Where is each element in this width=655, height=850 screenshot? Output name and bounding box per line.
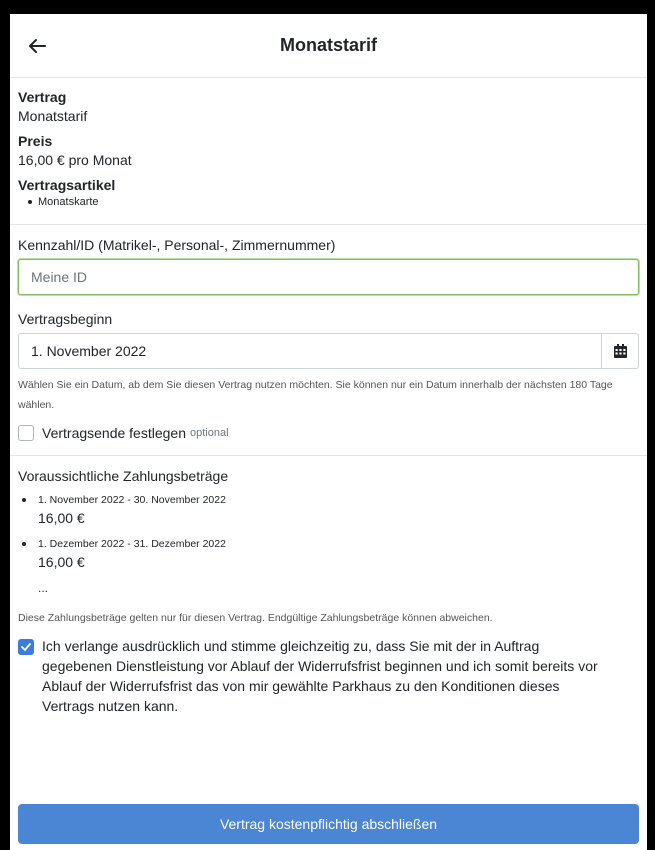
payment-range: 1. Dezember 2022 - 31. Dezember 2022 (38, 538, 226, 550)
consent-text: Ich verlange ausdrücklich und stimme gle… (42, 638, 598, 714)
list-item: 1. November 2022 - 30. November 2022 16,… (18, 492, 639, 528)
start-date-help: Wählen Sie ein Datum, ab dem Sie diesen … (18, 379, 613, 411)
contract-summary: Vertrag Monatstarif Preis 16,00 € pro Mo… (10, 78, 647, 225)
back-button[interactable] (22, 32, 52, 60)
page-title: Monatstarif (279, 35, 377, 55)
id-input[interactable] (18, 259, 639, 295)
vertrag-value: Monatstarif (18, 108, 88, 124)
payments-note: Diese Zahlungsbeträge gelten nur für die… (18, 612, 493, 624)
submit-button[interactable]: Vertrag kostenpflichtig abschließen (18, 804, 639, 844)
list-item: 1. Dezember 2022 - 31. Dezember 2022 16,… (18, 536, 639, 572)
end-date-label: Vertragsende festlegen (42, 425, 186, 441)
consent-row[interactable]: Ich verlange ausdrücklich und stimme gle… (18, 636, 639, 716)
payments-more: ... (38, 581, 49, 595)
list-item: Monatskarte (28, 194, 639, 210)
payment-range: 1. November 2022 - 30. November 2022 (38, 494, 226, 506)
vertragsartikel-list: Monatskarte (18, 194, 639, 210)
vertragsartikel-label: Vertragsartikel (18, 177, 116, 193)
preis-value: 16,00 € pro Monat (18, 152, 132, 168)
payment-preview: Voraussichtliche Zahlungsbeträge 1. Nove… (10, 455, 647, 716)
app-window: Monatstarif Vertrag Monatstarif Preis 16… (10, 14, 647, 850)
arrow-left-icon (29, 39, 46, 53)
calendar-icon (613, 344, 627, 358)
calendar-button[interactable] (601, 333, 639, 369)
payment-amount: 16,00 € (38, 554, 85, 570)
header: Monatstarif (10, 14, 647, 78)
start-date-group: 1. November 2022 (18, 333, 639, 369)
payment-amount: 16,00 € (38, 510, 85, 526)
preis-label: Preis (18, 133, 53, 149)
end-date-toggle[interactable]: Vertragsende festlegen optional (18, 425, 639, 441)
consent-checkbox[interactable] (18, 639, 34, 655)
end-date-checkbox[interactable] (18, 425, 34, 441)
start-date-input[interactable]: 1. November 2022 (18, 333, 601, 369)
id-field-label: Kennzahl/ID (Matrikel-, Personal-, Zimme… (18, 237, 336, 253)
optional-hint: optional (190, 427, 229, 439)
contract-form: Kennzahl/ID (Matrikel-, Personal-, Zimme… (10, 225, 647, 441)
vertrag-label: Vertrag (18, 89, 67, 105)
payments-title: Voraussichtliche Zahlungsbeträge (18, 468, 229, 484)
start-date-label: Vertragsbeginn (18, 311, 113, 327)
checkmark-icon (21, 643, 31, 651)
